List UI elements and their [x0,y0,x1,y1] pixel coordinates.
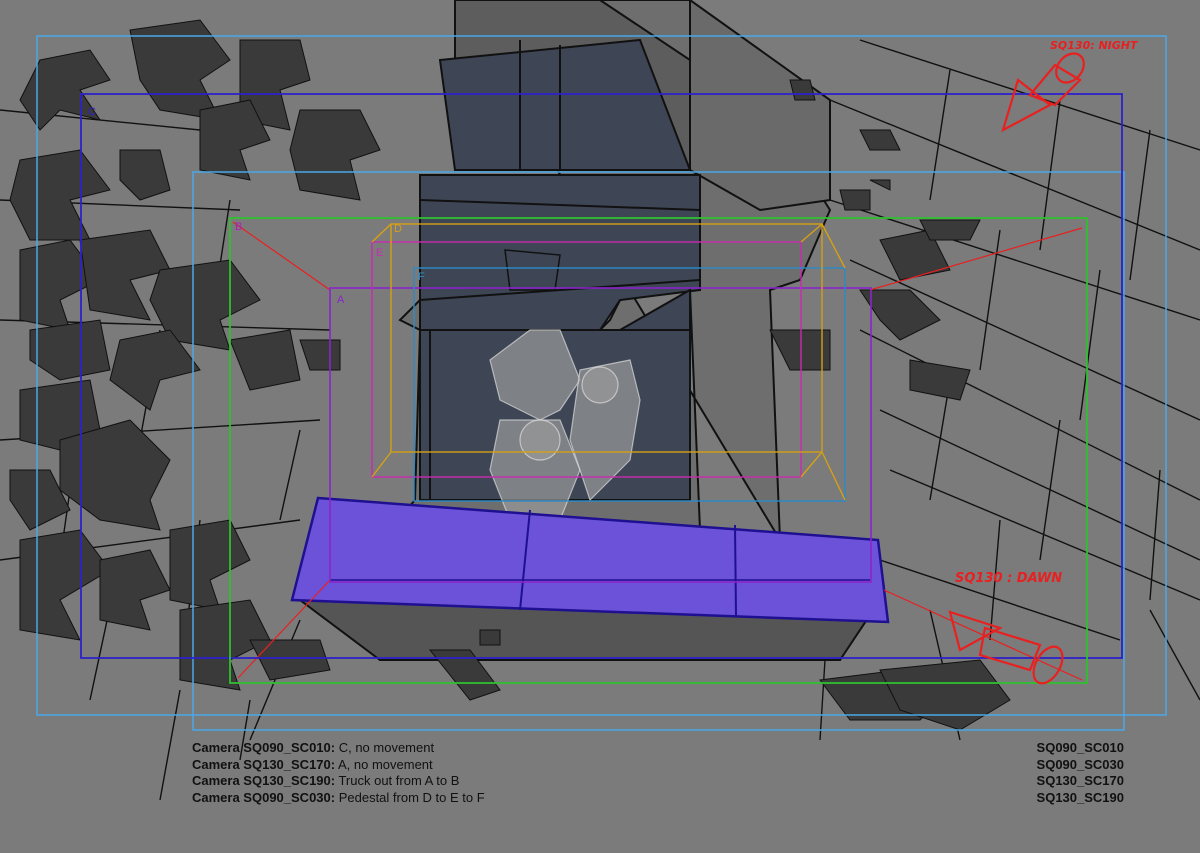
shot-list-item: SQ090_SC010 [1036,740,1124,755]
camera-id: Camera SQ090_SC010: [192,740,336,755]
camera-id: Camera SQ130_SC190: [192,773,336,788]
frame-label-e: E [376,247,383,259]
night-annotation: SQ130: NIGHT [1050,39,1139,52]
frame-label-c: C [88,106,96,118]
frame-label-f: F [418,271,425,283]
bat-shape [504,249,561,291]
frame-label-d: D [394,223,402,235]
shot-list: SQ090_SC010 SQ090_SC030 SQ130_SC170 SQ13… [1037,740,1124,806]
camera-note-row: Camera SQ130_SC190: Truck out from A to … [192,773,485,790]
camera-description: Pedestal from D to E to F [335,789,485,805]
camera-description: Truck out from A to B [335,773,460,788]
dawn-annotation: SQ130 : DAWN [955,571,1062,586]
camera-description: C, no movement [335,740,435,755]
camera-id: Camera SQ090_SC030: [192,789,336,805]
frame-label-b: B [235,221,242,233]
camera-note-row: Camera SQ090_SC030: Pedestal from D to E… [192,790,485,807]
frame-label-a: A [337,294,345,306]
camera-description: A, no movement [335,756,433,772]
shot-list-item: SQ090_SC030 [1036,756,1124,772]
layout-drawing: C A B D E F SQ130: NIGHT SQ130 : DAWN [0,0,1200,853]
camera-note-row: Camera SQ130_SC170: A, no movement [192,757,485,774]
shot-list-item: SQ130_SC190 [1036,789,1124,805]
camera-note-row: Camera SQ090_SC010: C, no movement [192,740,485,757]
shot-list-item: SQ130_SC170 [1036,773,1124,788]
camera-notes: Camera SQ090_SC010: C, no movement Camer… [192,740,485,806]
camera-id: Camera SQ130_SC170: [192,756,336,772]
